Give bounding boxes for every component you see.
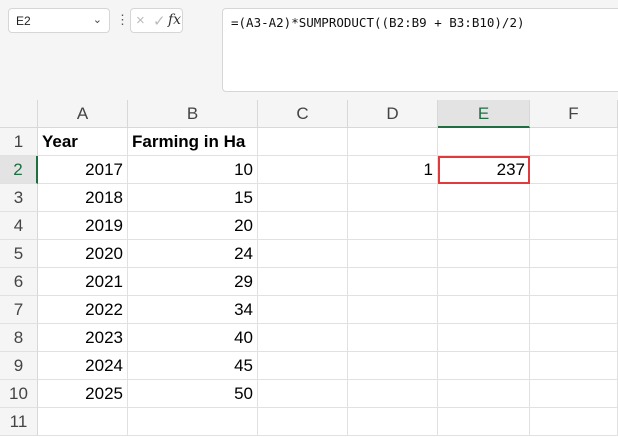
cancel-icon[interactable]: × [136,12,145,29]
cell-F11[interactable] [530,408,618,436]
cell-C7[interactable] [258,296,348,324]
cell-D11[interactable] [348,408,438,436]
cell-E7[interactable] [438,296,530,324]
cell-B11[interactable] [128,408,258,436]
cell-F8[interactable] [530,324,618,352]
cell-A10[interactable]: 2025 [38,380,128,408]
cell-D8[interactable] [348,324,438,352]
cell-A4[interactable]: 2019 [38,212,128,240]
cell-A7[interactable]: 2022 [38,296,128,324]
cell-A9[interactable]: 2024 [38,352,128,380]
column-header-B[interactable]: B [128,100,258,128]
cell-E1[interactable] [438,128,530,156]
cell-F7[interactable] [530,296,618,324]
column-header-A[interactable]: A [38,100,128,128]
cell-E6[interactable] [438,268,530,296]
row-header-5[interactable]: 5 [0,240,38,268]
cell-A2[interactable]: 2017 [38,156,128,184]
cell-D6[interactable] [348,268,438,296]
cell-F5[interactable] [530,240,618,268]
cell-B1[interactable]: Farming in Ha [128,128,258,156]
cell-D9[interactable] [348,352,438,380]
cell-C9[interactable] [258,352,348,380]
cell-D5[interactable] [348,240,438,268]
column-header-C[interactable]: C [258,100,348,128]
formula-input[interactable]: =(A3-A2)*SUMPRODUCT((B2:B9 + B3:B10)/2) [222,8,618,92]
fx-icon[interactable]: fx [168,12,181,28]
cell-E3[interactable] [438,184,530,212]
cell-F9[interactable] [530,352,618,380]
row-header-4[interactable]: 4 [0,212,38,240]
column-header-F[interactable]: F [530,100,618,128]
cell-B9[interactable]: 45 [128,352,258,380]
cell-B2[interactable]: 10 [128,156,258,184]
cell-B5[interactable]: 24 [128,240,258,268]
cell-B6[interactable]: 29 [128,268,258,296]
cell-D3[interactable] [348,184,438,212]
row-header-1[interactable]: 1 [0,128,38,156]
cell-C5[interactable] [258,240,348,268]
column-header-D[interactable]: D [348,100,438,128]
cell-C6[interactable] [258,268,348,296]
cell-C3[interactable] [258,184,348,212]
cell-A6[interactable]: 2021 [38,268,128,296]
cell-B3[interactable]: 15 [128,184,258,212]
select-all-corner[interactable] [0,100,38,128]
cell-D4[interactable] [348,212,438,240]
cell-E8[interactable] [438,324,530,352]
cell-F2[interactable] [530,156,618,184]
cell-C11[interactable] [258,408,348,436]
cell-A5[interactable]: 2020 [38,240,128,268]
cell-F10[interactable] [530,380,618,408]
row-header-10[interactable]: 10 [0,380,38,408]
cell-E11[interactable] [438,408,530,436]
chevron-down-icon[interactable]: ⌄ [93,13,102,26]
cell-B8[interactable]: 40 [128,324,258,352]
cell-E10[interactable] [438,380,530,408]
cell-D10[interactable] [348,380,438,408]
cell-A11[interactable] [38,408,128,436]
cell-F3[interactable] [530,184,618,212]
cell-C4[interactable] [258,212,348,240]
cell-A1[interactable]: Year [38,128,128,156]
cell-F6[interactable] [530,268,618,296]
cell-B7[interactable]: 34 [128,296,258,324]
cell-F1[interactable] [530,128,618,156]
row-header-9[interactable]: 9 [0,352,38,380]
cell-D1[interactable] [348,128,438,156]
cell-E4[interactable] [438,212,530,240]
cell-C10[interactable] [258,380,348,408]
enter-icon[interactable]: ✓ [153,12,166,30]
cell-F4[interactable] [530,212,618,240]
row-header-7[interactable]: 7 [0,296,38,324]
name-box[interactable]: E2 ⌄ [8,8,110,33]
formula-controls: × ✓ fx [130,8,183,33]
row-header-11[interactable]: 11 [0,408,38,436]
cell-C1[interactable] [258,128,348,156]
cell-A3[interactable]: 2018 [38,184,128,212]
name-box-value: E2 [16,14,31,28]
cell-A8[interactable]: 2023 [38,324,128,352]
row-header-3[interactable]: 3 [0,184,38,212]
cell-E5[interactable] [438,240,530,268]
cell-C2[interactable] [258,156,348,184]
more-icon[interactable]: ⋮ [116,12,129,28]
cell-B4[interactable]: 20 [128,212,258,240]
formula-bar-area: E2 ⌄ ⋮ × ✓ fx =(A3-A2)*SUMPRODUCT((B2:B9 … [0,0,618,100]
row-header-2[interactable]: 2 [0,156,38,184]
cell-E9[interactable] [438,352,530,380]
cell-D2[interactable]: 1 [348,156,438,184]
cell-B10[interactable]: 50 [128,380,258,408]
row-header-8[interactable]: 8 [0,324,38,352]
column-header-E[interactable]: E [438,100,530,128]
cell-D7[interactable] [348,296,438,324]
cell-C8[interactable] [258,324,348,352]
row-header-6[interactable]: 6 [0,268,38,296]
cell-E2[interactable]: 237 [438,156,530,184]
